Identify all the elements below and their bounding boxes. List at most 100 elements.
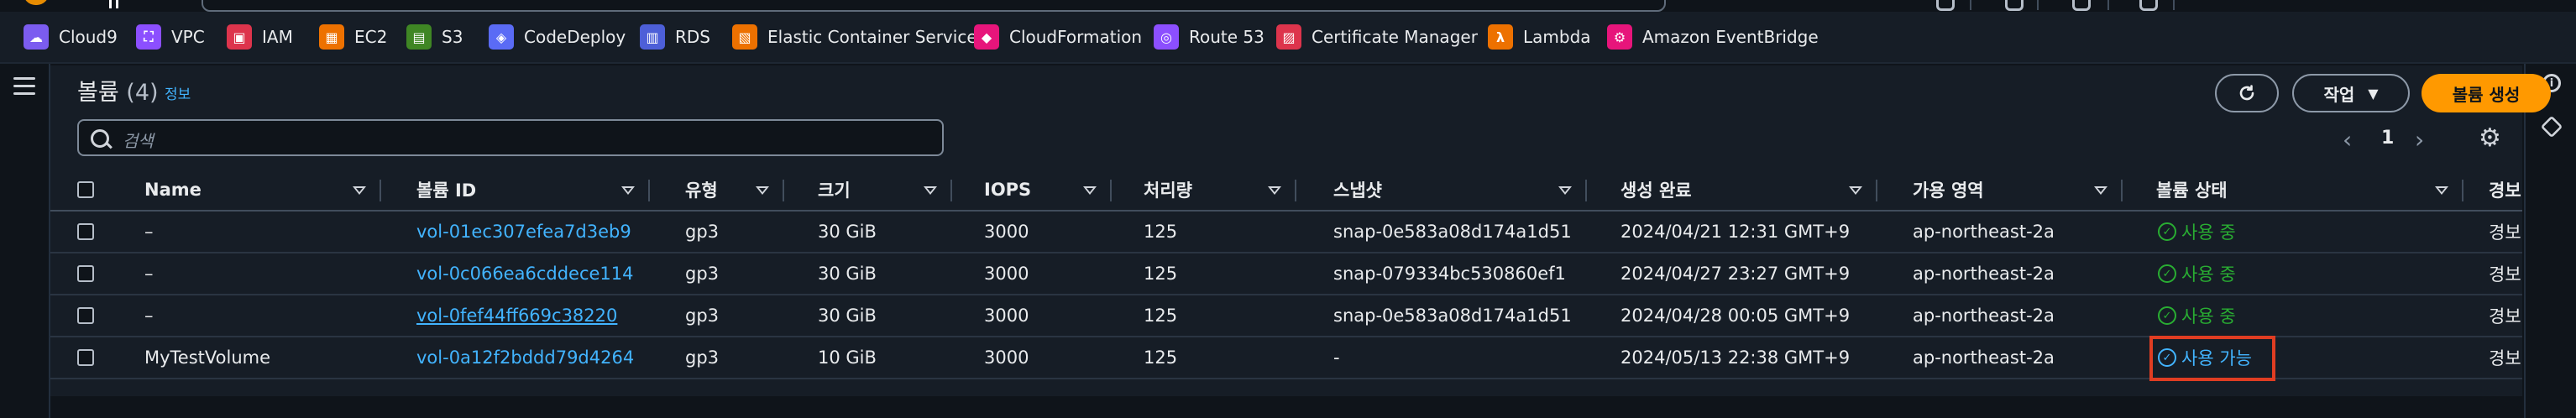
info-link[interactable]: 정보: [165, 82, 191, 103]
favorite-label: Route 53: [1189, 27, 1264, 47]
feedback-icon[interactable]: [2540, 115, 2563, 138]
row-checkbox[interactable]: [77, 265, 94, 282]
table-row[interactable]: – vol-01ec307efea7d3eb9 gp3 30 GiB 3000 125 sn…: [50, 212, 2522, 253]
favorite-ecs[interactable]: ▧ Elastic Container Service: [732, 12, 977, 62]
lambda-icon: λ: [1488, 24, 1513, 50]
select-all-checkbox[interactable]: [77, 181, 94, 198]
sort-caret-icon[interactable]: [353, 186, 366, 195]
col-size-header[interactable]: 크기: [818, 170, 957, 210]
column-resize-handle[interactable]: [950, 180, 952, 201]
column-resize-handle[interactable]: [1295, 180, 1296, 201]
cell-type: gp3: [685, 306, 720, 326]
column-label: Name: [144, 180, 202, 200]
sort-caret-icon[interactable]: [924, 186, 937, 195]
column-resize-handle[interactable]: [380, 180, 381, 201]
sort-caret-icon[interactable]: [2094, 186, 2107, 195]
volume-id-link[interactable]: vol-0fef44ff669c38220: [416, 295, 617, 336]
cell-throughput: 125: [1144, 222, 1178, 242]
column-resize-handle[interactable]: [1110, 180, 1112, 201]
row-checkbox[interactable]: [77, 307, 94, 324]
sort-caret-icon[interactable]: [756, 186, 769, 195]
cell-created: 2024/04/21 12:31 GMT+9: [1620, 222, 1851, 242]
actions-dropdown[interactable]: 작업 ▼: [2292, 74, 2410, 112]
favorite-certificate-manager[interactable]: ▨ Certificate Manager: [1276, 12, 1478, 62]
panel-bottom-gap: [50, 396, 2522, 418]
settings-icon[interactable]: [2139, 0, 2158, 11]
column-resize-handle[interactable]: [783, 180, 784, 201]
actions-label: 작업: [2323, 84, 2355, 105]
cell-created: 2024/04/28 00:05 GMT+9: [1620, 306, 1851, 326]
sort-caret-icon[interactable]: [1083, 186, 1097, 195]
col-alarm-header[interactable]: 경보: [2489, 170, 2522, 210]
col-iops-header[interactable]: IOPS: [984, 170, 1117, 210]
prev-page-icon[interactable]: ‹: [2343, 126, 2352, 154]
column-resize-handle[interactable]: [2121, 180, 2123, 201]
col-throughput-header[interactable]: 처리량: [1144, 170, 1301, 210]
sort-caret-icon[interactable]: [1558, 186, 1572, 195]
row-checkbox[interactable]: [77, 223, 94, 240]
sort-caret-icon[interactable]: [2435, 186, 2448, 195]
table-row[interactable]: MyTestVolume vol-0a12f2bddd79d4264 gp3 10 G…: [50, 336, 2522, 381]
favorite-cloudformation[interactable]: ◆ CloudFormation: [974, 12, 1142, 62]
aws-logo[interactable]: [24, 0, 49, 5]
status-check-icon: ✓: [2158, 264, 2176, 283]
col-snapshot-header[interactable]: 스냅샷: [1333, 170, 1592, 210]
col-state-header[interactable]: 볼륨 상태: [2156, 170, 2469, 210]
favorite-lambda[interactable]: λ Lambda: [1488, 12, 1591, 62]
volume-count: (4): [126, 80, 159, 106]
sort-caret-icon[interactable]: [1849, 186, 1862, 195]
global-search-input[interactable]: [202, 0, 1666, 12]
column-resize-handle[interactable]: [648, 180, 650, 201]
search-input[interactable]: 검색: [77, 119, 944, 156]
table-row[interactable]: – vol-0fef44ff669c38220 gp3 30 GiB 3000 125 sn…: [50, 295, 2522, 337]
favorite-s3[interactable]: ▤ S3: [406, 12, 463, 62]
col-name-header[interactable]: Name: [144, 170, 386, 210]
col-type-header[interactable]: 유형: [685, 170, 789, 210]
cell-iops: 3000: [984, 306, 1029, 326]
column-resize-handle[interactable]: [1585, 180, 1587, 201]
volume-state: ✓ 사용 중: [2158, 295, 2236, 336]
table-row[interactable]: – vol-0c066ea6cddece114 gp3 30 GiB 3000 125 sn…: [50, 253, 2522, 295]
volume-id-link[interactable]: vol-01ec307efea7d3eb9: [416, 212, 631, 252]
col-az-header[interactable]: 가용 영역: [1913, 170, 2128, 210]
favorite-iam[interactable]: ▣ IAM: [227, 12, 293, 62]
create-volume-button[interactable]: 볼륨 생성: [2422, 74, 2551, 112]
page-number[interactable]: 1: [2381, 128, 2394, 149]
bell-icon[interactable]: [2005, 0, 2024, 11]
services-grid-icon[interactable]: [109, 0, 112, 8]
col-volume-id-header[interactable]: 볼륨 ID: [416, 170, 655, 210]
column-label: 유형: [685, 180, 718, 201]
volume-state: ✓ 사용 중: [2158, 212, 2236, 252]
favorite-label: Amazon EventBridge: [1642, 27, 1819, 47]
favorite-cloud9[interactable]: ☁ Cloud9: [24, 12, 118, 62]
sort-caret-icon[interactable]: [1268, 186, 1281, 195]
column-resize-handle[interactable]: [2462, 180, 2463, 201]
favorite-route53[interactable]: ◎ Route 53: [1154, 12, 1264, 62]
column-label: 크기: [818, 180, 851, 201]
volume-id-link[interactable]: vol-0c066ea6cddece114: [416, 253, 634, 294]
refresh-button[interactable]: [2215, 74, 2279, 112]
gear-icon[interactable]: ⚙: [2479, 126, 2501, 151]
favorite-ec2[interactable]: ▦ EC2: [319, 12, 387, 62]
services-grid-icon-part: [116, 0, 118, 8]
ecs-icon: ▧: [732, 24, 757, 50]
col-created-header[interactable]: 생성 완료: [1620, 170, 1882, 210]
favorite-label: Cloud9: [59, 27, 118, 47]
menu-icon[interactable]: [13, 77, 35, 100]
volume-id-link[interactable]: vol-0a12f2bddd79d4264: [416, 337, 634, 378]
help-icon[interactable]: [2072, 0, 2091, 11]
column-resize-handle[interactable]: [1876, 180, 1877, 201]
cloudshell-icon[interactable]: [1936, 0, 1955, 11]
next-page-icon[interactable]: ›: [2415, 126, 2424, 154]
row-checkbox[interactable]: [77, 349, 94, 366]
sort-caret-icon[interactable]: [621, 186, 635, 195]
favorite-label: IAM: [262, 27, 293, 47]
favorite-vpc[interactable]: ⛶ VPC: [136, 12, 205, 62]
refresh-icon: [2239, 85, 2254, 101]
cell-az: ap-northeast-2a: [1913, 347, 2055, 368]
column-label: 볼륨 ID: [416, 180, 477, 201]
codedeploy-icon: ◈: [489, 24, 514, 50]
favorite-eventbridge[interactable]: ⚙ Amazon EventBridge: [1607, 12, 1819, 62]
favorite-rds[interactable]: ▥ RDS: [640, 12, 710, 62]
favorite-codedeploy[interactable]: ◈ CodeDeploy: [489, 12, 626, 62]
